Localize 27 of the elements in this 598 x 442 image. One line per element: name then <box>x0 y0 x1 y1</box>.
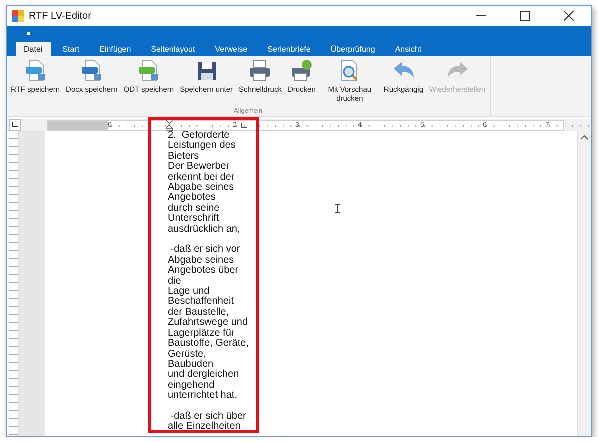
paragraph: -daß er sich vor Abgabe seines Angebotes über die Lage und Beschaffenheit der Baustelle, Zufahrtswege und Lagerplätze für Baustoffe, Geräte, Gerüste, Baubuden und dergleichen eingehend unterrichtet hat, <box>168 245 249 402</box>
ribbon-tab[interactable]: Seitenlayout <box>143 42 204 56</box>
printer-icon <box>248 59 272 83</box>
indent-marker-icon[interactable] <box>166 120 173 130</box>
document-icon <box>80 59 104 83</box>
maximize-icon <box>520 11 530 21</box>
document-icon <box>24 59 48 83</box>
ribbon-tab[interactable]: Einfügen <box>92 42 140 56</box>
ribbon-tab[interactable]: Ansicht <box>387 42 430 56</box>
paragraph: -daß er sich über alle Einzelheiten <box>168 412 246 433</box>
text-cursor-icon <box>335 204 340 213</box>
printer-question-icon <box>290 59 314 83</box>
close-icon <box>564 11 574 21</box>
ribbon-tab[interactable]: Verweise <box>207 42 256 56</box>
document-icon <box>136 59 161 83</box>
app-logo-icon <box>12 10 24 22</box>
tab-selector[interactable] <box>9 119 21 131</box>
ribbon-tab[interactable]: Start <box>54 42 88 56</box>
ribbon-tab[interactable]: Überprüfung <box>322 42 384 56</box>
scroll-up-icon[interactable] <box>581 135 588 140</box>
ribbon-tab[interactable]: Datei <box>16 42 51 56</box>
paragraph: 2. Geforderte Leistungen des Bieters Der Bewerber erkennt bei der Abgabe seines Angebotes durch seine Unterschrift ausdrücklich an, <box>168 131 240 236</box>
ribbon-tab[interactable]: Serienbriefe <box>260 42 319 56</box>
tab-stop-icon[interactable] <box>241 122 247 128</box>
scrollbar[interactable] <box>577 131 591 436</box>
left-tab-icon <box>12 122 18 128</box>
window-title: RTF LV-Editor <box>29 10 92 22</box>
